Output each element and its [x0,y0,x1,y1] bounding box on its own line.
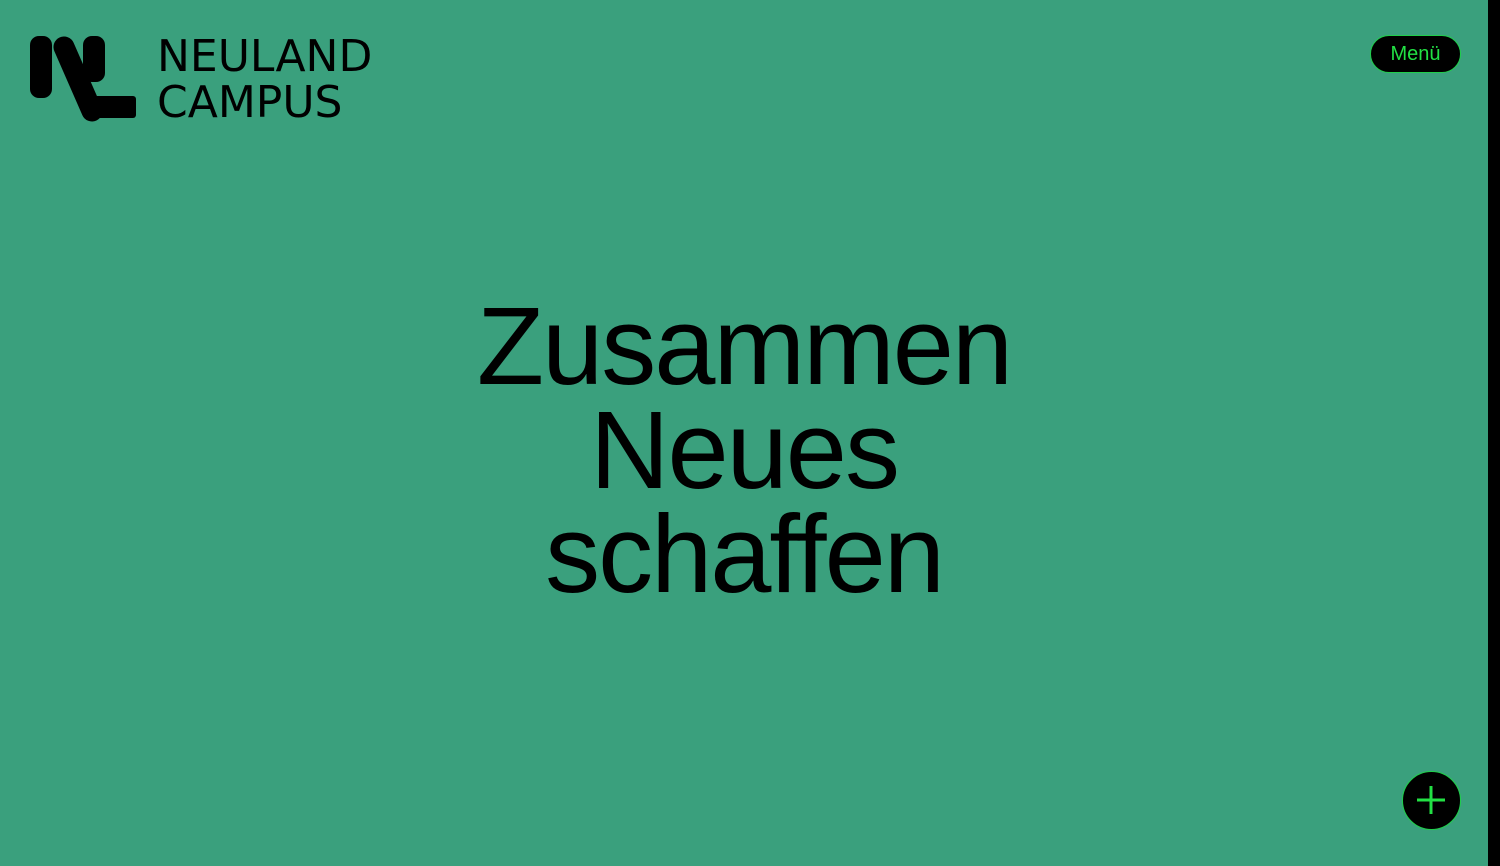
plus-icon [1417,786,1445,814]
expand-button[interactable] [1402,771,1461,830]
home-logo-link[interactable]: NEULAND CAMPUS [30,34,372,126]
hero-line-1: Zusammen [476,285,1013,408]
menu-button[interactable]: Menü [1370,35,1461,73]
page: NEULAND CAMPUS Menü Zusammen Neues schaf… [0,0,1488,866]
page-scrollbar[interactable] [1488,0,1500,866]
logo-line-2: CAMPUS [157,77,343,128]
neuland-logo-mark-icon [30,36,136,122]
logo-line-1: NEULAND [157,31,373,82]
hero-line-2: Neues [590,389,900,512]
logo-wordmark: NEULAND CAMPUS [157,34,372,126]
hero-headline: Zusammen Neues schaffen [0,285,1488,616]
hero-line-3: schaffen [545,493,945,616]
